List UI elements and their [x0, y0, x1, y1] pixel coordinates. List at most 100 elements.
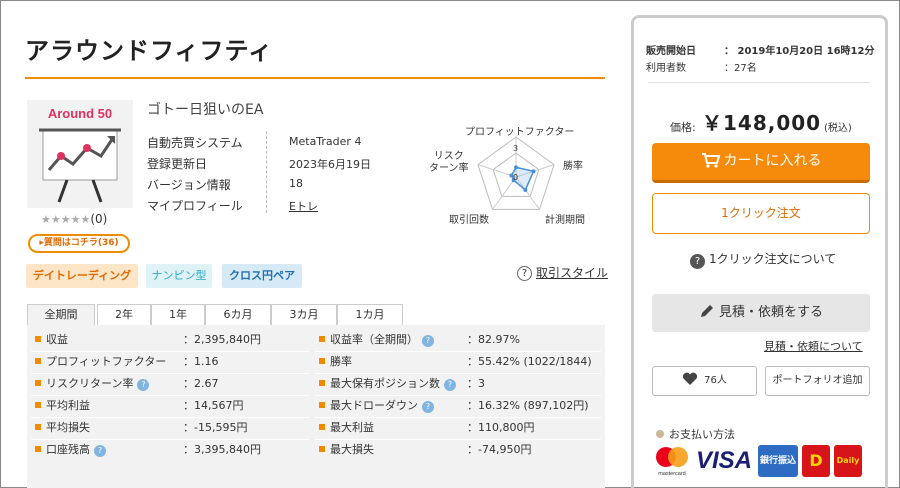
- radar-label-period: 計測期間: [545, 215, 585, 226]
- tab-2-years[interactable]: 2年: [97, 304, 151, 326]
- favorite-button[interactable]: 76人: [652, 366, 757, 396]
- help-icon[interactable]: ?: [422, 401, 434, 413]
- stat-label-text: 最大ドローダウン: [330, 399, 418, 412]
- stat-label-text: 収益率（全期間）: [330, 333, 418, 346]
- radar-point: [531, 169, 536, 174]
- mastercard-text: mastercard: [658, 471, 686, 477]
- stat-value: ：55.42% (1022/1844): [467, 355, 592, 368]
- payment-methods-label: お支払い方法: [656, 426, 735, 442]
- one-click-order-button[interactable]: 1クリック注文: [652, 193, 870, 234]
- help-icon[interactable]: ?: [137, 379, 150, 391]
- radar-point: [514, 165, 518, 170]
- quote-about-link[interactable]: 見積・依頼について: [764, 338, 863, 354]
- radar-scale-inner: 0: [513, 173, 518, 182]
- title-divider: [25, 77, 605, 79]
- question-button[interactable]: ▸質問はコチラ(36): [28, 234, 130, 253]
- sale-start-value: ： 2019年10月20日 16時12分: [724, 46, 875, 57]
- info-label-version: バージョン情報: [147, 178, 231, 192]
- stat-value: ：16.32% (897,102円): [467, 399, 589, 412]
- panel-divider: [648, 82, 870, 83]
- daily-logo-icon: Daily: [834, 445, 862, 477]
- pen-icon: [700, 305, 713, 317]
- stat-bullet-icon: [35, 402, 41, 408]
- tag-day-trading[interactable]: デイトレーディング: [26, 264, 138, 288]
- info-value-version: 18: [289, 177, 303, 190]
- radar-point: [523, 187, 528, 192]
- trade-style-link[interactable]: ? 取引スタイル: [517, 264, 608, 281]
- stat-bullet-icon: [35, 358, 41, 364]
- stat-bullet-icon: [319, 380, 325, 386]
- mastercard-logo-icon: mastercard: [652, 445, 692, 477]
- product-thumbnail[interactable]: Around 50: [27, 100, 133, 208]
- one-click-about-link[interactable]: ? 1クリック注文について: [690, 250, 836, 269]
- visa-logo-icon: VISA: [696, 447, 753, 474]
- stat-label-text: 勝率: [330, 355, 352, 368]
- stat-value: ：1.16: [183, 355, 219, 368]
- stat-label: 最大利益: [319, 417, 374, 439]
- stat-label-text: プロフィットファクター: [46, 355, 167, 368]
- stat-label: 平均利益: [35, 395, 90, 417]
- radar-label-profit-factor: プロフィットファクター: [465, 127, 575, 138]
- tag-cross-yen[interactable]: クロス円ペア: [222, 264, 302, 288]
- stat-label: プロフィットファクター: [35, 351, 166, 373]
- radar-label-risk-return-line1: リスク: [433, 151, 464, 162]
- cart-icon: [701, 153, 720, 168]
- stat-label: 収益率（全期間）?: [319, 329, 434, 351]
- help-icon[interactable]: ?: [94, 445, 106, 457]
- tab-1-year[interactable]: 1年: [151, 304, 205, 326]
- add-to-cart-button[interactable]: カートに入れる: [652, 143, 870, 183]
- users-value: ：27名: [724, 63, 757, 74]
- stat-bullet-icon: [319, 424, 325, 430]
- stat-value: ：14,567円: [183, 399, 244, 412]
- tab-1-month[interactable]: 1カ月: [337, 304, 403, 326]
- heart-icon: [683, 372, 698, 385]
- bullet-icon: [656, 430, 664, 438]
- help-icon[interactable]: ?: [422, 335, 434, 347]
- info-value-system: MetaTrader 4: [289, 135, 362, 148]
- quote-button-label: 見積・依頼をする: [718, 305, 823, 320]
- stat-label: リスクリターン率?: [35, 373, 150, 395]
- info-label-system: 自動売買システム: [147, 136, 243, 150]
- radar-label-win-rate: 勝率: [563, 161, 583, 172]
- stat-value: ：2,395,840円: [183, 333, 261, 346]
- tag-nanpin[interactable]: ナンピン型: [146, 264, 212, 288]
- stat-label: 最大損失: [319, 439, 374, 461]
- chart-board-icon: [39, 128, 121, 203]
- stat-label-text: 最大損失: [330, 443, 374, 456]
- stat-label-text: 平均損失: [46, 421, 90, 434]
- tab-all-period[interactable]: 全期間: [27, 304, 95, 326]
- stat-bullet-icon: [319, 336, 325, 342]
- tab-6-months[interactable]: 6カ月: [205, 304, 271, 326]
- info-label-updated: 登録更新日: [147, 157, 208, 171]
- help-icon[interactable]: ?: [444, 379, 456, 391]
- stat-bullet-icon: [319, 446, 325, 452]
- thumbnail-title: Around 50: [47, 106, 113, 121]
- info-label-profile: マイプロフィール: [147, 199, 243, 213]
- daily-yamazaki-icon: D: [802, 445, 830, 477]
- one-click-about-label: 1クリック注文について: [709, 252, 837, 266]
- quote-request-button[interactable]: 見積・依頼をする: [652, 294, 870, 332]
- rating-count: (0): [90, 212, 108, 226]
- page-title: アラウンドフィフティ: [25, 37, 274, 65]
- stat-label-text: 平均利益: [46, 399, 90, 412]
- stat-label: 最大ドローダウン?: [319, 395, 434, 417]
- stat-label-text: 口座残高: [46, 443, 90, 456]
- radar-label-risk-return-line2: ターン率: [429, 163, 469, 174]
- stat-bullet-icon: [35, 424, 41, 430]
- tab-3-months[interactable]: 3カ月: [271, 304, 337, 326]
- payment-label-text: お支払い方法: [669, 428, 735, 441]
- stat-bullet-icon: [35, 446, 41, 452]
- cart-button-label: カートに入れる: [723, 153, 822, 169]
- question-button-label: 質問はコチラ(36): [43, 238, 119, 248]
- stat-bullet-icon: [35, 336, 41, 342]
- stat-value: ：-74,950円: [467, 443, 532, 456]
- bank-transfer-icon: 銀行振込: [758, 445, 798, 477]
- stat-bullet-icon: [35, 380, 41, 386]
- stat-label: 勝率: [319, 351, 352, 373]
- stat-label-text: 最大保有ポジション数: [330, 377, 440, 390]
- profile-link[interactable]: Eトレ: [289, 198, 318, 214]
- stat-value: ：2.67: [183, 377, 219, 390]
- stat-label: 口座残高?: [35, 439, 106, 461]
- radar-label-risk-return: リスク ターン率: [429, 151, 469, 175]
- add-portfolio-button[interactable]: ポートフォリオ追加: [765, 366, 870, 396]
